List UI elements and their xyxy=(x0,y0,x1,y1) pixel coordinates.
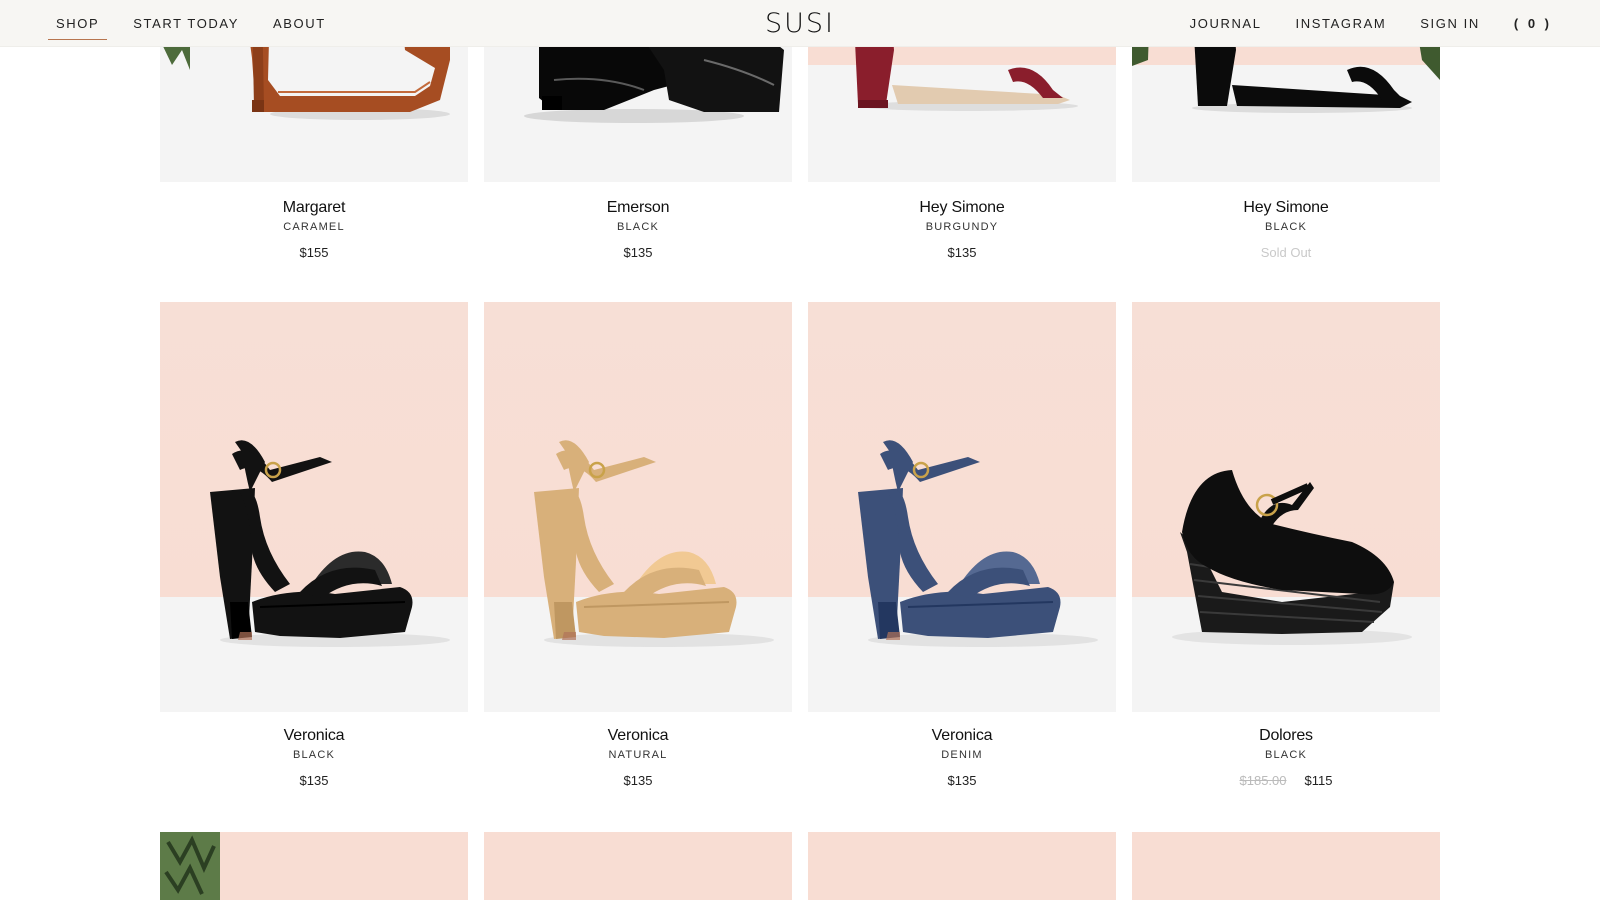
product-image[interactable] xyxy=(484,302,792,712)
nav-sign-in[interactable]: SIGN IN xyxy=(1412,16,1488,31)
product-price: $135 xyxy=(299,773,329,788)
product-name[interactable]: Emerson xyxy=(484,199,792,217)
product-image[interactable] xyxy=(1132,832,1440,900)
product-image[interactable] xyxy=(808,302,1116,712)
product-name[interactable]: Dolores xyxy=(1132,727,1440,745)
product-price: $135 xyxy=(947,245,977,260)
black-platform-sandal-icon xyxy=(210,440,450,647)
product-price: $135 xyxy=(623,245,653,260)
nav-about[interactable]: ABOUT xyxy=(265,16,334,31)
product-price: $135 xyxy=(623,773,653,788)
product-color: BLACK xyxy=(1264,749,1308,761)
product-color: BURGUNDY xyxy=(925,221,999,233)
product-name[interactable]: Hey Simone xyxy=(808,199,1116,217)
product-color: DENIM xyxy=(941,749,983,761)
product-image[interactable] xyxy=(808,832,1116,900)
natural-platform-sandal-icon xyxy=(534,440,774,647)
nav-instagram[interactable]: INSTAGRAM xyxy=(1288,16,1395,31)
sold-out-label: Sold Out xyxy=(1260,245,1312,260)
product-name[interactable]: Veronica xyxy=(484,727,792,745)
primary-nav: SHOP START TODAY ABOUT xyxy=(48,0,352,47)
product-image[interactable] xyxy=(160,832,468,900)
product-color: CARAMEL xyxy=(283,221,345,233)
denim-platform-sandal-icon xyxy=(858,440,1098,647)
product-color: BLACK xyxy=(1264,221,1308,233)
product-image[interactable] xyxy=(1132,302,1440,712)
nav-shop[interactable]: SHOP xyxy=(48,16,108,40)
product-color: BLACK xyxy=(292,749,336,761)
sale-price: $115 xyxy=(1304,773,1333,788)
product-color: NATURAL xyxy=(608,749,668,761)
product-name[interactable]: Margaret xyxy=(160,199,468,217)
product-name[interactable]: Veronica xyxy=(808,727,1116,745)
product-price: $135 xyxy=(947,773,977,788)
black-espadrille-wedge-icon xyxy=(1172,470,1412,645)
secondary-nav: JOURNAL INSTAGRAM SIGN IN ( 0 ) xyxy=(1164,0,1560,47)
product-name[interactable]: Veronica xyxy=(160,727,468,745)
product-color: BLACK xyxy=(616,221,660,233)
product-image[interactable] xyxy=(160,302,468,712)
site-header: SHOP START TODAY ABOUT SUSI JOURNAL INST… xyxy=(0,0,1600,47)
product-name[interactable]: Hey Simone xyxy=(1132,199,1440,217)
nav-journal[interactable]: JOURNAL xyxy=(1182,16,1270,31)
nav-start-today[interactable]: START TODAY xyxy=(125,16,247,31)
product-image[interactable] xyxy=(484,832,792,900)
site-logo[interactable]: SUSI xyxy=(765,8,835,39)
original-price: $185.00 xyxy=(1239,773,1287,788)
product-price: $155 xyxy=(299,245,329,260)
cart-button[interactable]: ( 0 ) xyxy=(1506,16,1560,31)
